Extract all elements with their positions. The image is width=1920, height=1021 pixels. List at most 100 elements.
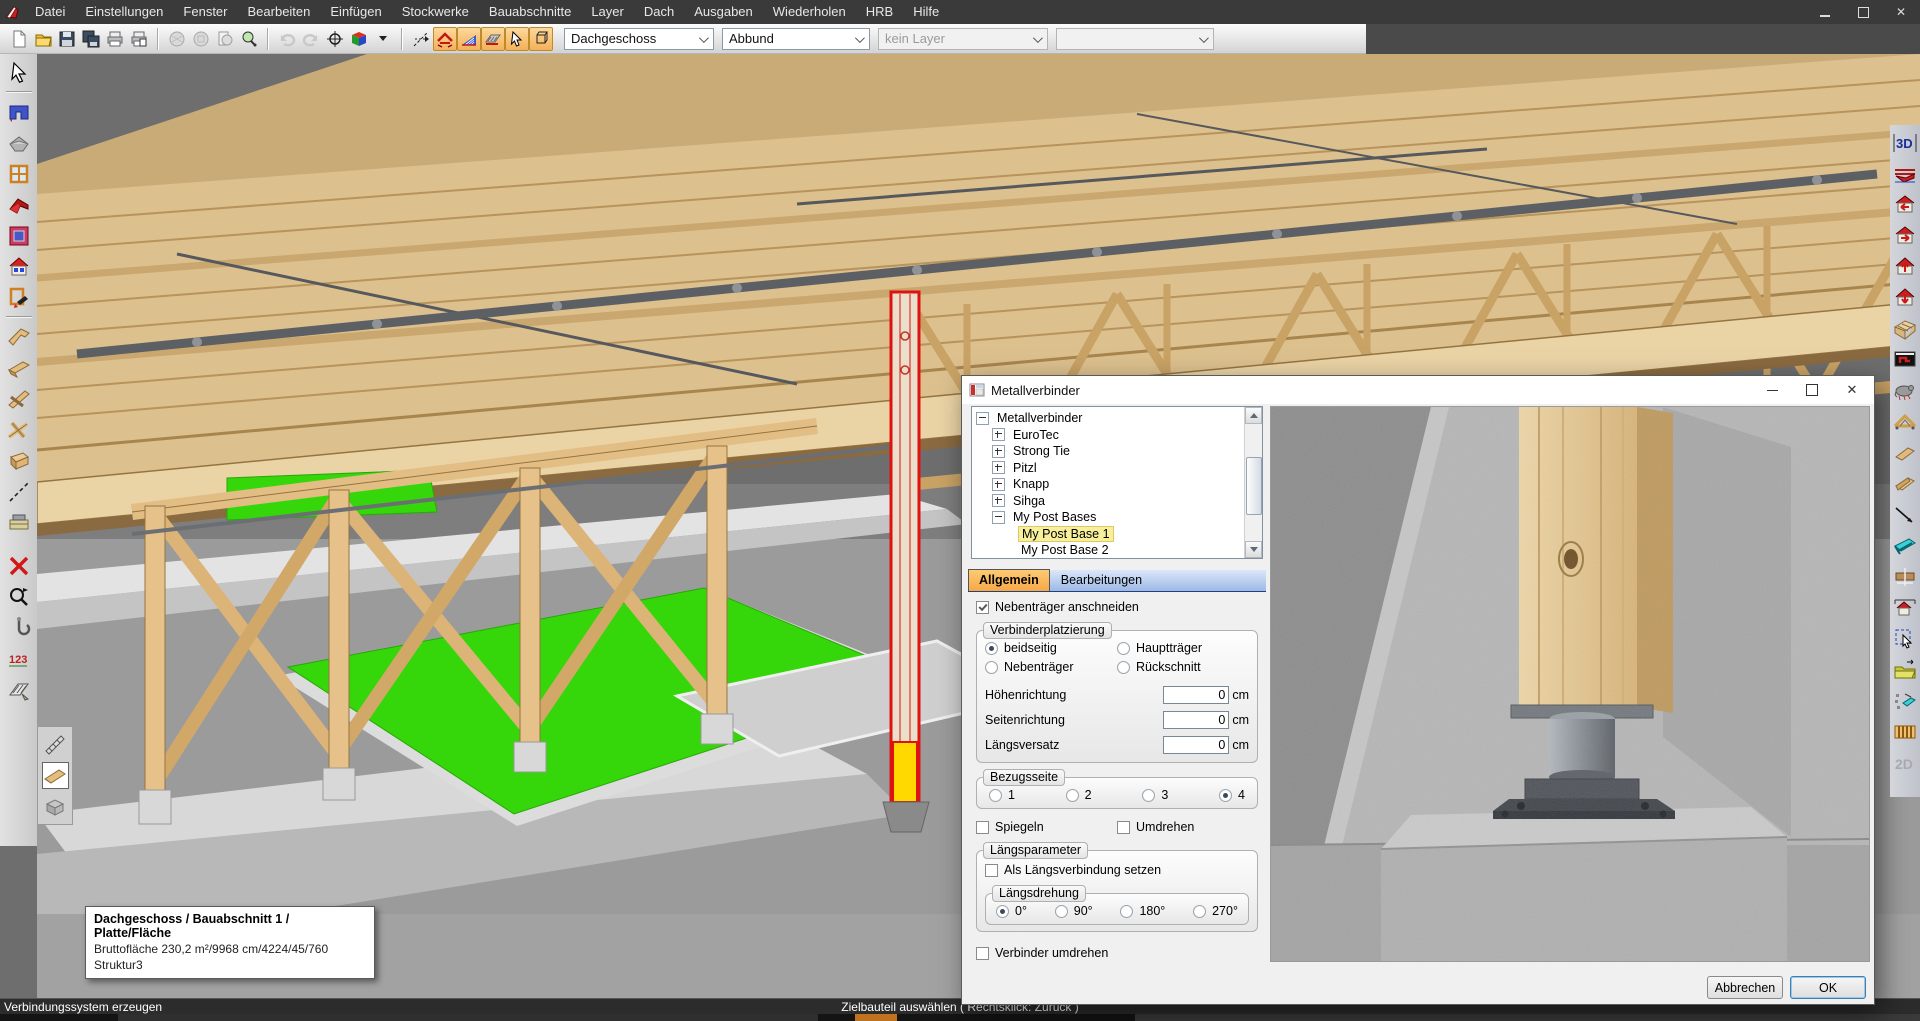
timber-board-tool-button[interactable] — [5, 354, 32, 381]
radio-beidseitig[interactable]: beidseitig — [985, 641, 1117, 655]
radio-side-4[interactable]: 4 — [1219, 788, 1245, 802]
tree-item-my-post-base-2[interactable]: My Post Base 2 — [976, 542, 1260, 559]
fence-button[interactable] — [1892, 718, 1919, 745]
collapse-icon[interactable] — [976, 412, 989, 425]
dialog-close-button[interactable]: ✕ — [1832, 377, 1872, 403]
menu-fenster[interactable]: Fenster — [173, 0, 237, 24]
panel-tool-button[interactable] — [5, 222, 32, 249]
board-icon-button[interactable] — [1892, 439, 1919, 466]
scroll-down-button[interactable] — [1245, 541, 1262, 558]
radio-nebentraeger[interactable]: Nebenträger — [985, 660, 1117, 674]
turn-row[interactable]: Umdrehen — [1117, 818, 1194, 836]
hatch-2-tool-button[interactable] — [42, 731, 69, 758]
storey-combobox[interactable]: Dachgeschoss — [564, 28, 714, 50]
radio-rot-270[interactable]: 270° — [1193, 904, 1238, 918]
mirror-row[interactable]: Spiegeln — [976, 818, 1117, 836]
radio-rueckschnitt[interactable]: Rückschnitt — [1117, 660, 1249, 674]
menu-hilfe[interactable]: Hilfe — [903, 0, 949, 24]
clamp-tool-button[interactable] — [5, 509, 32, 536]
house-dimension-button[interactable] — [1892, 594, 1919, 621]
timber-truss-tool-button[interactable] — [5, 416, 32, 443]
menu-ausgaben[interactable]: Ausgaben — [684, 0, 763, 24]
timber-profile-tool-button[interactable] — [5, 323, 32, 350]
tree-item-my-post-base-1[interactable]: My Post Base 1 — [976, 526, 1260, 543]
building-tool-button[interactable] — [5, 253, 32, 280]
view-cube-button[interactable] — [347, 27, 371, 51]
roof-mode-toggle[interactable] — [433, 27, 457, 51]
parts-button[interactable] — [1892, 687, 1919, 714]
tree-item-eurotec[interactable]: EuroTec — [976, 427, 1260, 444]
timber-joint-tool-button[interactable] — [5, 385, 32, 412]
collapse-icon[interactable] — [992, 511, 1005, 524]
redo-button[interactable] — [299, 27, 323, 51]
house-down-button[interactable] — [1892, 284, 1919, 311]
numbering-tool-button[interactable]: 123 — [5, 645, 32, 672]
tree-item-metallverbinder[interactable]: Metallverbinder — [976, 410, 1260, 427]
delete-tool-button[interactable] — [5, 552, 32, 579]
expand-icon[interactable] — [992, 494, 1005, 507]
board-tool-button-active[interactable] — [42, 762, 69, 789]
connector-tree[interactable]: Metallverbinder EuroTec Strong Tie Pitzl… — [971, 406, 1263, 559]
zoom-previous-icon[interactable] — [165, 27, 189, 51]
menu-bauabschnitte[interactable]: Bauabschnitte — [479, 0, 581, 24]
dialog-title-bar[interactable]: Metallverbinder ✕ — [962, 376, 1874, 404]
beam-icon-button[interactable] — [1892, 470, 1919, 497]
tab-bearbeitungen[interactable]: Bearbeitungen — [1050, 569, 1153, 591]
tree-item-my-post-bases[interactable]: My Post Bases — [976, 509, 1260, 526]
expand-icon[interactable] — [992, 445, 1005, 458]
turn-checkbox[interactable] — [1117, 821, 1130, 834]
view-2d-button[interactable]: 2D — [1892, 749, 1919, 776]
section-icon-button[interactable] — [1892, 532, 1919, 559]
seitenrichtung-input[interactable] — [1163, 711, 1229, 729]
wall-dimension-button[interactable] — [1892, 563, 1919, 590]
tree-item-sihga[interactable]: Sihga — [976, 493, 1260, 510]
close-button[interactable]: ✕ — [1882, 0, 1920, 24]
cut-secondary-checkbox[interactable] — [976, 601, 989, 614]
save-all-button[interactable] — [79, 27, 103, 51]
menu-einfuegen[interactable]: Einfügen — [320, 0, 391, 24]
select-box-button[interactable] — [1892, 625, 1919, 652]
menu-wiederholen[interactable]: Wiederholen — [763, 0, 856, 24]
tree-item-pitzl[interactable]: Pitzl — [976, 460, 1260, 477]
mirror-checkbox[interactable] — [976, 821, 989, 834]
measure-tool-button[interactable] — [409, 27, 433, 51]
house-right-button[interactable] — [1892, 222, 1919, 249]
tree-scrollbar[interactable] — [1244, 407, 1262, 558]
truss-red-icon-button[interactable] — [1892, 160, 1919, 187]
hoehenrichtung-input[interactable] — [1163, 686, 1229, 704]
expand-icon[interactable] — [992, 478, 1005, 491]
rodent-button[interactable] — [1892, 377, 1919, 404]
scroll-thumb[interactable] — [1246, 457, 1262, 515]
zoom-window-icon[interactable] — [189, 27, 213, 51]
as-length-connection-checkbox[interactable] — [985, 864, 998, 877]
tree-item-strong-tie[interactable]: Strong Tie — [976, 443, 1260, 460]
new-file-button[interactable] — [7, 27, 31, 51]
menu-hrb[interactable]: HRB — [856, 0, 903, 24]
wireframe-box-toggle[interactable] — [529, 27, 553, 51]
export-folder-button[interactable] — [1892, 656, 1919, 683]
roof-tool-button[interactable] — [5, 129, 32, 156]
print-preview-button[interactable] — [127, 27, 151, 51]
timber-beam-tool-button[interactable] — [5, 447, 32, 474]
radio-rot-0[interactable]: 0° — [996, 904, 1027, 918]
roof-corner-tool-button[interactable] — [5, 191, 32, 218]
block-tool-button[interactable] — [42, 793, 69, 820]
connector-preview-3d[interactable] — [1270, 406, 1870, 962]
scroll-up-button[interactable] — [1245, 407, 1262, 424]
minimize-button[interactable] — [1806, 0, 1844, 24]
save-button[interactable] — [55, 27, 79, 51]
layer-hatch-toggle[interactable] — [481, 27, 505, 51]
radio-haupttraeger[interactable]: Hauptträger — [1117, 641, 1249, 655]
radio-rot-90[interactable]: 90° — [1055, 904, 1093, 918]
dialog-maximize-button[interactable] — [1792, 377, 1832, 403]
hatch-tool-button[interactable] — [5, 676, 32, 703]
view-cube-dropdown[interactable] — [371, 27, 395, 51]
crate-button[interactable] — [1892, 315, 1919, 342]
truss-wood-button[interactable] — [1892, 408, 1919, 435]
select-tool-button[interactable] — [5, 59, 32, 86]
as-length-connection-row[interactable]: Als Längsverbindung setzen — [985, 861, 1249, 879]
view-3d-button[interactable]: 3D — [1892, 129, 1919, 156]
find-part-tool-button[interactable] — [5, 583, 32, 610]
flip-connector-checkbox[interactable] — [976, 947, 989, 960]
wall-tool-button[interactable] — [5, 98, 32, 125]
